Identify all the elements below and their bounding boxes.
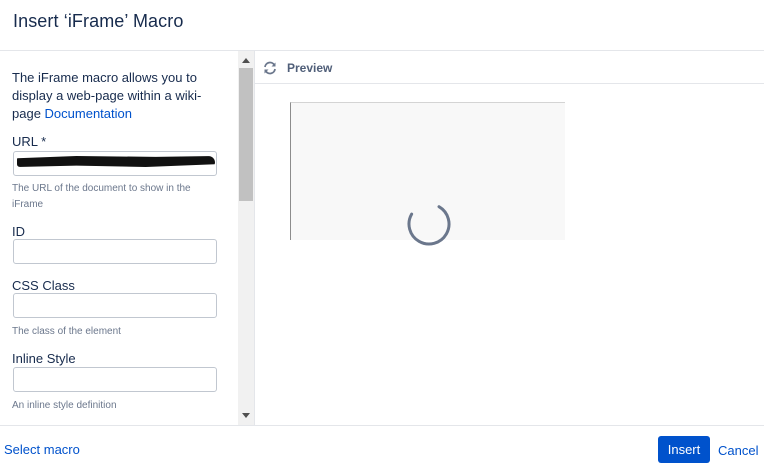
preview-divider [255,83,764,84]
cancel-link[interactable]: Cancel [718,443,758,458]
scroll-thumb[interactable] [239,68,253,201]
select-macro-link[interactable]: Select macro [4,442,80,457]
id-label: ID [12,224,25,239]
css-class-input[interactable] [13,293,217,318]
macro-parameters-panel: The iFrame macro allows you to display a… [0,51,238,425]
url-input[interactable] [13,151,217,176]
left-panel-scrollbar[interactable] [238,51,254,425]
panel-divider [254,51,255,425]
inline-style-label: Inline Style [12,351,76,366]
loading-spinner-icon [407,202,451,246]
inline-style-input[interactable] [13,367,217,392]
preview-frame [290,102,565,246]
refresh-icon[interactable] [262,60,278,76]
id-input[interactable] [13,239,217,264]
url-label: URL * [12,134,47,149]
dialog-title: Insert ‘iFrame’ Macro [13,11,184,31]
url-help: The URL of the document to show in the i… [12,183,191,210]
css-class-label: CSS Class [12,278,75,293]
redacted-url-value [17,156,215,167]
scroll-up-arrow-icon[interactable] [242,58,250,63]
footer-divider [0,425,764,426]
preview-label: Preview [287,61,333,75]
css-class-help: The class of the element [12,326,121,337]
documentation-link[interactable]: Documentation [45,106,132,121]
macro-description: The iFrame macro allows you to display a… [12,69,222,123]
insert-button[interactable]: Insert [658,436,710,463]
inline-style-help: An inline style definition [12,400,117,411]
scroll-down-arrow-icon[interactable] [242,413,250,418]
preview-header: Preview [262,59,332,77]
